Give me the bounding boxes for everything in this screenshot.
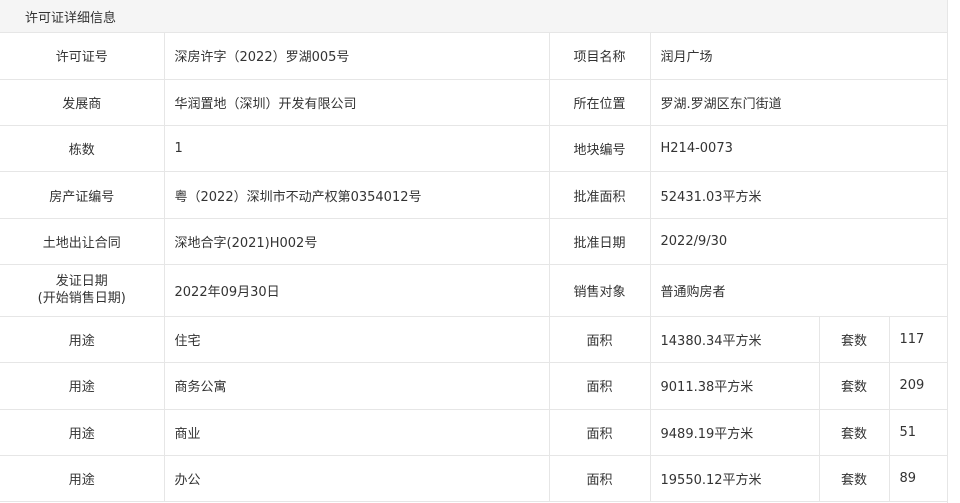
usage-type: 商业 (164, 409, 550, 456)
unit-count-value: 89 (889, 455, 948, 503)
sales-target-label: 销售对象 (549, 264, 651, 317)
unit-count-label: 套数 (819, 316, 890, 364)
issue-date-label-line1: 发证日期 (55, 274, 108, 290)
table-row: 发证日期 (开始销售日期) 2022年09月30日 销售对象 普通购房者 (0, 264, 948, 317)
approved-area-value: 52431.03平方米 (650, 171, 948, 219)
table-row: 土地出让合同 深地合字(2021)H002号 批准日期 2022/9/30 (0, 218, 948, 265)
usage-row: 用途 商业 面积 9489.19平方米 套数 51 (0, 409, 948, 456)
developer-label: 发展商 (0, 79, 165, 127)
usage-row: 用途 住宅 面积 14380.34平方米 套数 117 (0, 316, 948, 364)
unit-count-label: 套数 (819, 362, 890, 410)
area-value: 9011.38平方米 (650, 362, 820, 410)
permit-detail-panel: 许可证详细信息 许可证号 深房许字（2022）罗湖005号 项目名称 润月广场 … (0, 0, 948, 503)
unit-count-value: 117 (889, 316, 948, 364)
area-value: 9489.19平方米 (650, 409, 820, 456)
issue-date-label-line2: (开始销售日期) (37, 291, 126, 307)
unit-count-value: 209 (889, 362, 948, 410)
usage-row: 用途 商务公寓 面积 9011.38平方米 套数 209 (0, 362, 948, 410)
table-row: 发展商 华润置地（深圳）开发有限公司 所在位置 罗湖.罗湖区东门街道 (0, 79, 948, 127)
area-label: 面积 (549, 409, 651, 456)
location-value: 罗湖.罗湖区东门街道 (650, 79, 948, 127)
approval-date-label: 批准日期 (549, 218, 651, 265)
building-count-value: 1 (164, 125, 550, 173)
area-value: 14380.34平方米 (650, 316, 820, 364)
building-count-label: 栋数 (0, 125, 165, 173)
usage-type: 商务公寓 (164, 362, 550, 410)
location-label: 所在位置 (549, 79, 651, 127)
usage-type: 办公 (164, 455, 550, 503)
unit-count-label: 套数 (819, 455, 890, 503)
usage-label: 用途 (0, 316, 165, 364)
area-label: 面积 (549, 362, 651, 410)
table-row: 栋数 1 地块编号 H214-0073 (0, 125, 948, 173)
area-label: 面积 (549, 316, 651, 364)
approved-area-label: 批准面积 (549, 171, 651, 219)
usage-type: 住宅 (164, 316, 550, 364)
sales-target-value: 普通购房者 (650, 264, 948, 317)
property-cert-label: 房产证编号 (0, 171, 165, 219)
permit-number-label: 许可证号 (0, 33, 165, 80)
project-name-label: 项目名称 (549, 33, 651, 80)
developer-value: 华润置地（深圳）开发有限公司 (164, 79, 550, 127)
permit-info-table: 许可证号 深房许字（2022）罗湖005号 项目名称 润月广场 发展商 华润置地… (0, 33, 948, 503)
property-cert-value: 粤（2022）深圳市不动产权第0354012号 (164, 171, 550, 219)
usage-label: 用途 (0, 362, 165, 410)
table-row: 许可证号 深房许字（2022）罗湖005号 项目名称 润月广场 (0, 33, 948, 80)
panel-title: 许可证详细信息 (0, 0, 947, 33)
unit-count-label: 套数 (819, 409, 890, 456)
project-name-value: 润月广场 (650, 33, 948, 80)
land-contract-label: 土地出让合同 (0, 218, 165, 265)
area-value: 19550.12平方米 (650, 455, 820, 503)
permit-number-value: 深房许字（2022）罗湖005号 (164, 33, 550, 80)
table-row: 房产证编号 粤（2022）深圳市不动产权第0354012号 批准面积 52431… (0, 171, 948, 219)
issue-date-value: 2022年09月30日 (164, 264, 550, 317)
plot-number-label: 地块编号 (549, 125, 651, 173)
usage-label: 用途 (0, 455, 165, 503)
plot-number-value: H214-0073 (650, 125, 948, 173)
usage-label: 用途 (0, 409, 165, 456)
area-label: 面积 (549, 455, 651, 503)
land-contract-value: 深地合字(2021)H002号 (164, 218, 550, 265)
approval-date-value: 2022/9/30 (650, 218, 948, 265)
unit-count-value: 51 (889, 409, 948, 456)
issue-date-label: 发证日期 (开始销售日期) (0, 264, 165, 317)
usage-row: 用途 办公 面积 19550.12平方米 套数 89 (0, 455, 948, 503)
